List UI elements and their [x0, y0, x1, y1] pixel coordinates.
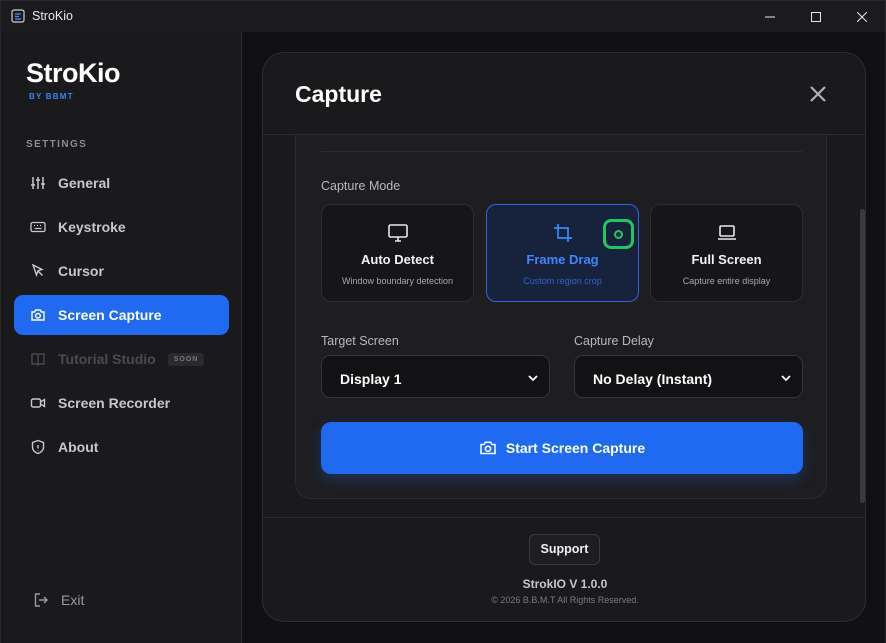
- sidebar-item-label: Screen Recorder: [58, 395, 171, 411]
- settings-section-label: SETTINGS: [26, 139, 88, 150]
- modal-header: Capture: [263, 53, 865, 135]
- sidebar-item-tutorial-studio: Tutorial Studio SOON: [14, 339, 229, 379]
- keyboard-icon: [30, 221, 46, 233]
- shield-icon: [31, 439, 45, 455]
- version-text: StrokIO V 1.0.0: [522, 577, 608, 591]
- sidebar-item-cursor[interactable]: Cursor: [14, 251, 229, 291]
- divider: [321, 151, 802, 152]
- sidebar-item-about[interactable]: About: [14, 427, 229, 467]
- app-window: StroKio StroKio BY BBMT SETTINGS General…: [0, 0, 886, 643]
- camera-icon: [31, 309, 45, 321]
- mode-title: Frame Drag: [526, 252, 599, 267]
- close-window-button[interactable]: [839, 1, 885, 32]
- scrollbar[interactable]: [860, 209, 865, 503]
- laptop-icon: [718, 225, 736, 240]
- support-button[interactable]: Support: [529, 534, 600, 565]
- minimize-button[interactable]: [747, 1, 793, 32]
- sidebar-item-label: Keystroke: [58, 219, 126, 235]
- title-bar: StroKio: [1, 1, 885, 32]
- sliders-icon: [31, 177, 45, 189]
- capture-settings-card: Capture Mode Auto Detect Window boundary…: [295, 135, 827, 499]
- sidebar-item-general[interactable]: General: [14, 163, 229, 203]
- sidebar-item-keystroke[interactable]: Keystroke: [14, 207, 229, 247]
- start-capture-label: Start Screen Capture: [505, 440, 646, 456]
- modal-title: Capture: [295, 81, 382, 107]
- app-logo-icon: [11, 9, 25, 23]
- select-value: No Delay (Instant): [593, 371, 713, 387]
- crop-icon: [554, 224, 572, 242]
- cursor-icon: [31, 263, 44, 278]
- brand-name: StroKio: [26, 58, 121, 88]
- close-icon: [857, 11, 867, 22]
- sidebar-item-label: General: [58, 175, 111, 191]
- close-modal-icon[interactable]: [807, 83, 829, 105]
- mode-description: Window boundary detection: [341, 276, 454, 286]
- sidebar-item-label: Tutorial Studio: [58, 351, 156, 367]
- mode-frame-drag[interactable]: Frame Drag Custom region crop: [486, 204, 639, 302]
- start-capture-button[interactable]: Start Screen Capture: [321, 422, 803, 474]
- selected-indicator: [603, 219, 634, 249]
- sidebar-item-screen-recorder[interactable]: Screen Recorder: [14, 383, 229, 423]
- main-area: Capture Capture Mode Auto Detect Window …: [242, 32, 885, 643]
- maximize-icon: [811, 11, 821, 22]
- monitor-icon: [388, 224, 408, 242]
- window-title: StroKio: [32, 9, 73, 23]
- copyright-text: © 2026 B.B.M.T All Rights Reserved.: [491, 595, 639, 605]
- mode-title: Auto Detect: [361, 252, 434, 267]
- chevron-down-icon: [781, 375, 791, 382]
- mode-full-screen[interactable]: Full Screen Capture entire display: [650, 204, 803, 302]
- sidebar-item-screen-capture[interactable]: Screen Capture: [14, 295, 229, 335]
- sidebar-item-label: Screen Capture: [58, 307, 162, 323]
- select-value: Display 1: [340, 371, 402, 387]
- video-icon: [30, 398, 46, 408]
- target-screen-select[interactable]: Display 1: [321, 355, 550, 398]
- maximize-button[interactable]: [793, 1, 839, 32]
- modal-footer: Support StrokIO V 1.0.0 © 2026 B.B.M.T A…: [263, 517, 865, 621]
- capture-mode-label: Capture Mode: [321, 179, 401, 193]
- chevron-down-icon: [528, 375, 538, 382]
- mode-auto-detect[interactable]: Auto Detect Window boundary detection: [321, 204, 474, 302]
- book-icon: [31, 353, 45, 366]
- soon-badge: SOON: [167, 352, 205, 366]
- sidebar-item-label: Cursor: [58, 263, 104, 279]
- radio-dot-icon: [614, 230, 623, 239]
- sidebar: StroKio BY BBMT SETTINGS General Keystro…: [1, 32, 242, 643]
- exit-icon: [34, 593, 48, 607]
- camera-icon: [480, 441, 496, 455]
- mode-title: Full Screen: [691, 252, 762, 267]
- exit-button[interactable]: Exit: [33, 592, 84, 608]
- sidebar-item-label: About: [58, 439, 99, 455]
- brand-subtitle: BY BBMT: [29, 92, 74, 101]
- mode-description: Custom region crop: [523, 276, 602, 286]
- target-screen-label: Target Screen: [321, 334, 399, 348]
- capture-delay-label: Capture Delay: [574, 334, 654, 348]
- minimize-icon: [765, 16, 775, 17]
- capture-modal: Capture Capture Mode Auto Detect Window …: [262, 52, 866, 622]
- capture-delay-select[interactable]: No Delay (Instant): [574, 355, 803, 398]
- mode-description: Capture entire display: [682, 276, 771, 286]
- exit-label: Exit: [61, 592, 85, 608]
